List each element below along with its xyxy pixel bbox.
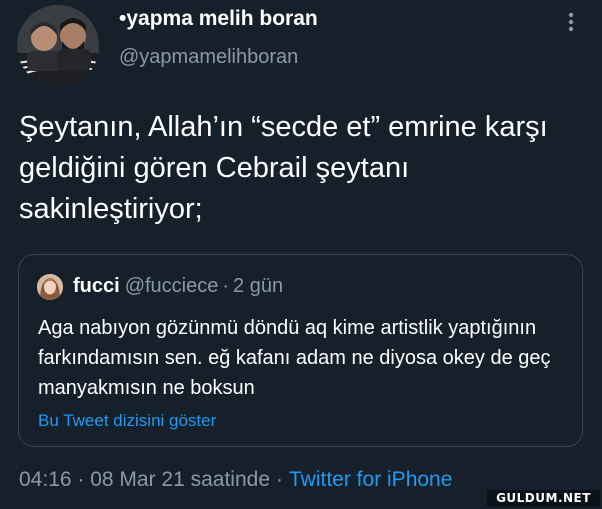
show-thread-link[interactable]: Bu Tweet dizisini göster bbox=[38, 411, 216, 431]
author-display-name[interactable]: •yapma melih boran bbox=[119, 7, 318, 31]
quoted-tweet-card[interactable]: fucci @fucciece · 2 gün Aga nabıyon gözünmü… bbox=[18, 254, 583, 447]
author-handle[interactable]: @yapmamelihboran bbox=[119, 46, 298, 69]
quoted-separator: · bbox=[222, 275, 230, 297]
tweet-detail: •yapma melih boran @yapmamelihboran Şeyt… bbox=[0, 0, 602, 509]
tweet-timestamp[interactable]: 04:16 · 08 Mar 21 saatinde bbox=[19, 468, 270, 491]
profile-photo-icon bbox=[17, 5, 99, 87]
tweet-metadata: 04:16 · 08 Mar 21 saatinde · Twitter for i… bbox=[19, 468, 452, 492]
more-options-icon[interactable] bbox=[563, 10, 579, 36]
metadata-separator: · bbox=[276, 468, 283, 491]
tweet-text: Şeytanın, Allah’ın “secde et” emrine kar… bbox=[19, 111, 548, 225]
quoted-author-name[interactable]: fucci bbox=[73, 275, 120, 297]
profile-photo-icon bbox=[37, 274, 63, 300]
quoted-tweet-time[interactable]: 2 gün bbox=[233, 275, 283, 297]
quoted-tweet-header: fucci @fucciece · 2 gün bbox=[73, 275, 283, 298]
tweet-source-link[interactable]: Twitter for iPhone bbox=[289, 468, 452, 491]
quoted-author-avatar[interactable] bbox=[37, 274, 63, 300]
quoted-author-handle[interactable]: @fucciece bbox=[125, 275, 219, 297]
site-watermark: GULDUM.NET bbox=[487, 490, 600, 507]
quoted-tweet-text: Aga nabıyon gözünmü döndü aq kime artist… bbox=[38, 317, 551, 399]
author-avatar[interactable] bbox=[17, 5, 99, 87]
